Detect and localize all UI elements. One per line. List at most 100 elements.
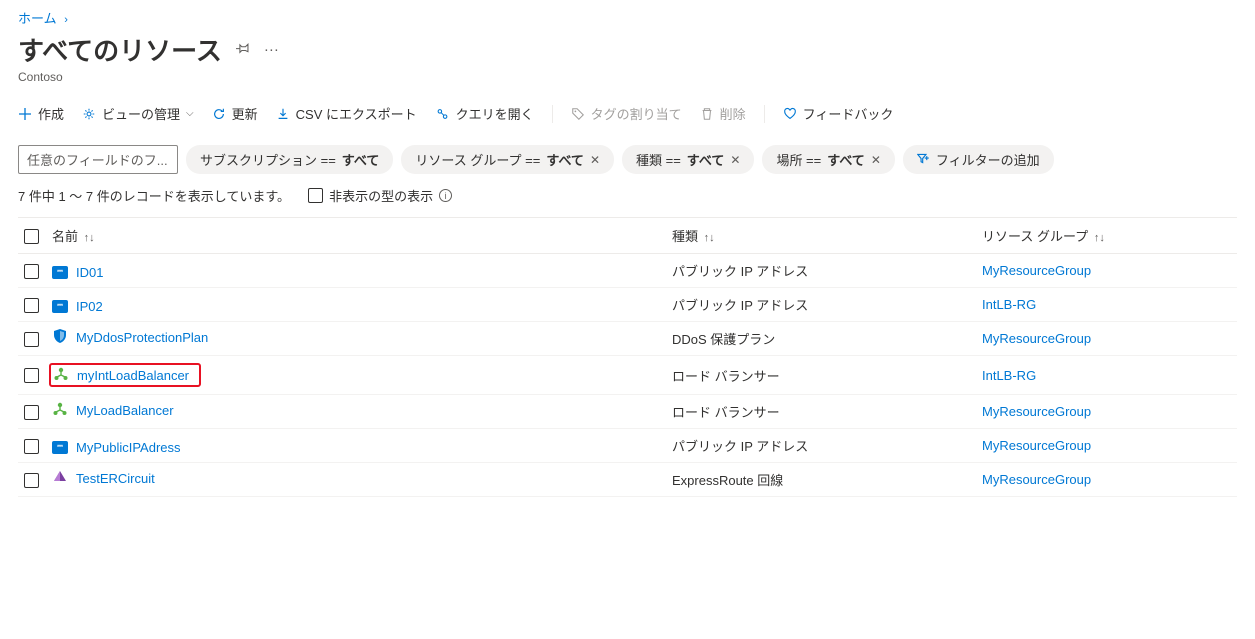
resource-type: パブリック IP アドレス — [666, 429, 976, 463]
column-name-header[interactable]: 名前 ↑↓ — [46, 218, 666, 254]
column-type-label: 種類 — [672, 229, 698, 244]
breadcrumb: ホーム › — [18, 8, 1237, 27]
resource-link[interactable]: ID01 — [76, 265, 103, 280]
resource-group-link[interactable]: MyResourceGroup — [982, 263, 1091, 278]
resource-type: パブリック IP アドレス — [666, 288, 976, 322]
delete-label: 削除 — [720, 104, 746, 123]
info-icon[interactable]: i — [439, 189, 452, 202]
create-label: 作成 — [38, 104, 64, 123]
resource-link[interactable]: IP02 — [76, 299, 103, 314]
gear-icon — [82, 107, 96, 121]
resource-group-link[interactable]: MyResourceGroup — [982, 404, 1091, 419]
plus-icon — [18, 107, 32, 121]
table-row: ⎓ IP02 パブリック IP アドレス IntLB-RG — [18, 288, 1237, 322]
title-row: すべてのリソース ··· — [18, 31, 1237, 68]
resource-link[interactable]: TestERCircuit — [76, 471, 155, 486]
table-row: TestERCircuit ExpressRoute 回線 MyResource… — [18, 463, 1237, 497]
expressroute-icon — [52, 469, 68, 488]
pin-icon[interactable] — [236, 41, 250, 59]
resource-link[interactable]: myIntLoadBalancer — [77, 368, 189, 383]
resource-group-link[interactable]: MyResourceGroup — [982, 472, 1091, 487]
tag-icon — [571, 107, 585, 121]
row-checkbox[interactable] — [24, 439, 39, 454]
refresh-button[interactable]: 更新 — [212, 104, 258, 123]
resource-group-link[interactable]: IntLB-RG — [982, 368, 1036, 383]
show-hidden-checkbox[interactable] — [308, 188, 323, 203]
create-button[interactable]: 作成 — [18, 104, 64, 123]
shield-icon — [52, 328, 68, 347]
table-row: myIntLoadBalancer ロード バランサー IntLB-RG — [18, 356, 1237, 395]
public-ip-icon: ⎓ — [52, 300, 68, 313]
column-name-label: 名前 — [52, 229, 78, 244]
manage-view-label: ビューの管理 — [102, 104, 180, 123]
select-all-checkbox[interactable] — [24, 229, 39, 244]
close-icon[interactable]: ✕ — [871, 153, 881, 167]
more-icon[interactable]: ··· — [264, 41, 279, 58]
resource-link[interactable]: MyDdosProtectionPlan — [76, 330, 208, 345]
row-checkbox[interactable] — [24, 405, 39, 420]
filter-rg-value: すべて — [546, 150, 584, 169]
row-checkbox[interactable] — [24, 368, 39, 383]
chevron-down-icon: ⌵ — [186, 108, 194, 119]
manage-view-button[interactable]: ビューの管理 ⌵ — [82, 104, 194, 123]
filter-type[interactable]: 種類 == すべて ✕ — [622, 145, 754, 174]
filter-row: 任意のフィールドのフ... サブスクリプション == すべて リソース グループ… — [18, 145, 1237, 174]
add-filter-button[interactable]: フィルターの追加 — [903, 145, 1054, 174]
row-checkbox[interactable] — [24, 332, 39, 347]
filter-type-label: 種類 == — [636, 150, 681, 169]
refresh-label: 更新 — [232, 104, 258, 123]
trash-icon — [700, 107, 714, 121]
table-row: MyLoadBalancer ロード バランサー MyResourceGroup — [18, 395, 1237, 429]
chevron-right-icon: › — [64, 14, 68, 26]
resource-link[interactable]: MyPublicIPAdress — [76, 440, 181, 455]
resource-type: パブリック IP アドレス — [666, 254, 976, 288]
toolbar-separator — [552, 105, 553, 123]
breadcrumb-home[interactable]: ホーム — [18, 11, 57, 26]
filter-subscription-label: サブスクリプション == — [200, 150, 336, 169]
status-row: 7 件中 1 ～ 7 件のレコードを表示しています。 非表示の型の表示 i — [18, 186, 1237, 205]
public-ip-icon: ⎓ — [52, 441, 68, 454]
delete-button: 削除 — [700, 104, 746, 123]
heart-icon — [783, 107, 797, 121]
table-row: ⎓ MyPublicIPAdress パブリック IP アドレス MyResour… — [18, 429, 1237, 463]
resource-group-link[interactable]: MyResourceGroup — [982, 438, 1091, 453]
resource-link[interactable]: MyLoadBalancer — [76, 403, 174, 418]
resource-group-link[interactable]: IntLB-RG — [982, 297, 1036, 312]
open-query-label: クエリを開く — [456, 104, 534, 123]
close-icon[interactable]: ✕ — [590, 153, 600, 167]
column-type-header[interactable]: 種類 ↑↓ — [666, 218, 976, 254]
record-count: 7 件中 1 ～ 7 件のレコードを表示しています。 — [18, 186, 290, 205]
open-query-button[interactable]: クエリを開く — [435, 104, 534, 123]
query-icon — [435, 107, 450, 121]
row-checkbox[interactable] — [24, 264, 39, 279]
row-checkbox[interactable] — [24, 473, 39, 488]
row-checkbox[interactable] — [24, 298, 39, 313]
filter-type-value: すべて — [687, 150, 725, 169]
filter-resource-group[interactable]: リソース グループ == すべて ✕ — [401, 145, 614, 174]
toolbar: 作成 ビューの管理 ⌵ 更新 CSV にエクスポート クエリを開く タグの割り当… — [18, 100, 1237, 133]
public-ip-icon: ⎓ — [52, 266, 68, 279]
resource-type: DDoS 保護プラン — [666, 322, 976, 356]
filter-location-label: 場所 == — [776, 150, 821, 169]
column-rg-header[interactable]: リソース グループ ↑↓ — [976, 218, 1237, 254]
export-csv-button[interactable]: CSV にエクスポート — [276, 104, 417, 123]
filter-location-value: すべて — [827, 150, 865, 169]
feedback-label: フィードバック — [803, 104, 894, 123]
filter-subscription[interactable]: サブスクリプション == すべて — [186, 145, 393, 174]
column-rg-label: リソース グループ — [982, 229, 1088, 244]
table-row: MyDdosProtectionPlan DDoS 保護プラン MyResour… — [18, 322, 1237, 356]
refresh-icon — [212, 107, 226, 121]
sort-icon: ↑↓ — [704, 232, 715, 244]
feedback-button[interactable]: フィードバック — [783, 104, 894, 123]
filter-location[interactable]: 場所 == すべて ✕ — [762, 145, 894, 174]
close-icon[interactable]: ✕ — [730, 153, 740, 167]
load-balancer-icon — [52, 401, 68, 420]
assign-tags-button: タグの割り当て — [571, 104, 682, 123]
search-input[interactable]: 任意のフィールドのフ... — [18, 145, 178, 174]
filter-rg-label: リソース グループ == — [415, 150, 540, 169]
toolbar-separator — [764, 105, 765, 123]
resource-group-link[interactable]: MyResourceGroup — [982, 331, 1091, 346]
export-csv-label: CSV にエクスポート — [296, 104, 417, 123]
page-title: すべてのリソース — [18, 31, 222, 68]
add-filter-label: フィルターの追加 — [936, 150, 1040, 169]
